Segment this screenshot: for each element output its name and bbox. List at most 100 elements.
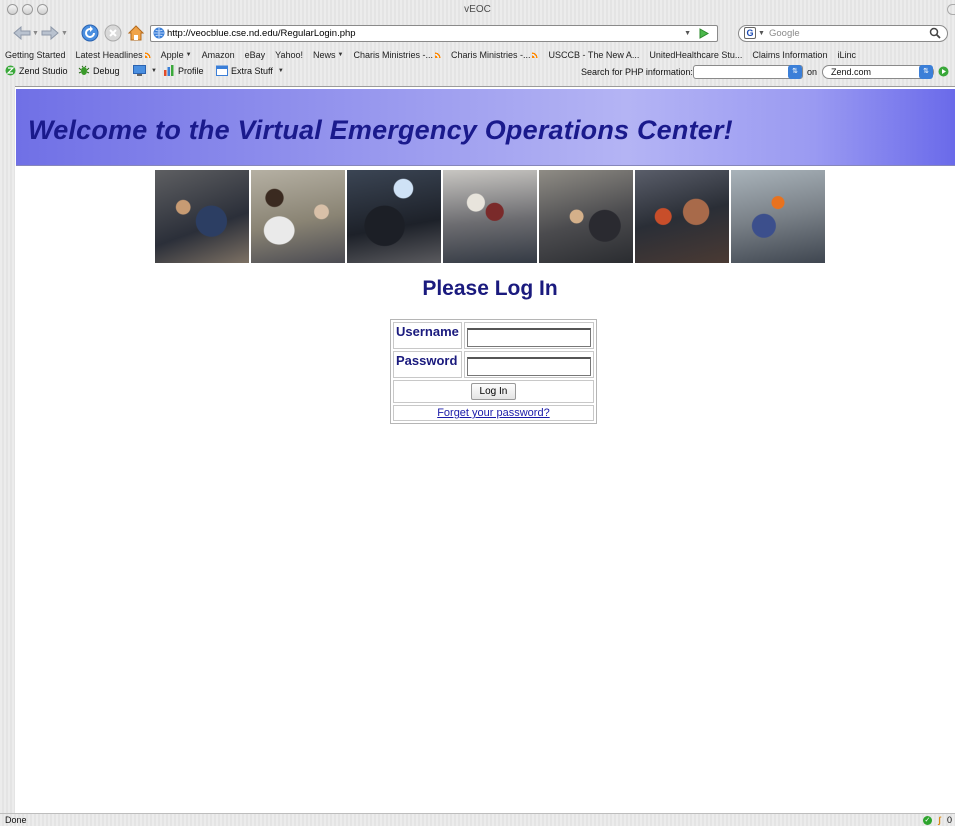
photo-7 — [731, 170, 825, 263]
navigation-toolbar: ▼ ▼ http://veocblue.cse.nd.edu/RegularLo… — [0, 20, 955, 46]
bookmark-item[interactable]: USCCB - The New A... — [548, 50, 639, 60]
bookmark-item[interactable]: Getting Started — [5, 50, 66, 60]
bookmark-item[interactable]: Amazon — [202, 50, 235, 60]
bookmark-item[interactable]: Apple ▼ — [161, 50, 192, 60]
password-label: Password — [393, 351, 462, 378]
zend-studio-button[interactable]: Zend Studio — [5, 65, 68, 76]
debug-label: Debug — [93, 65, 120, 76]
php-search-stepper-icon[interactable]: ⇅ — [788, 65, 802, 79]
bookmark-item[interactable]: eBay — [245, 50, 266, 60]
forgot-password-link[interactable]: Forget your password? — [437, 407, 550, 419]
bookmark-item[interactable]: UnitedHealthcare Stu... — [649, 50, 742, 60]
extra-stuff-dropdown-arrow: ▼ — [277, 67, 284, 74]
forward-arrow-icon — [41, 26, 59, 40]
php-search-label: Search for PHP information: — [581, 67, 693, 77]
extra-stuff-label: Extra Stuff — [231, 65, 273, 76]
address-bar[interactable]: http://veocblue.cse.nd.edu/RegularLogin.… — [150, 25, 718, 42]
home-button[interactable] — [126, 23, 146, 43]
back-button[interactable] — [12, 23, 32, 43]
login-button-cell: Log In — [393, 380, 594, 403]
search-bar[interactable]: G ▼ Google — [738, 25, 948, 42]
bookmark-label: Yahoo! — [275, 50, 303, 60]
bookmark-label: Latest Headlines — [75, 50, 143, 60]
password-input[interactable] — [466, 357, 591, 376]
search-input[interactable]: Google — [769, 28, 800, 39]
rss-feed-icon — [434, 52, 441, 58]
profile-label: Profile — [178, 65, 204, 76]
checkmark-icon[interactable]: ✓ — [922, 815, 932, 825]
stop-button[interactable] — [103, 23, 123, 43]
extra-stuff-menu[interactable]: Extra Stuff ▼ — [216, 65, 284, 76]
bookmark-item[interactable]: Latest Headlines — [76, 50, 151, 60]
chevron-down-icon: ▼ — [185, 52, 192, 58]
php-search-go-button[interactable] — [938, 66, 949, 79]
search-engine-dropdown[interactable]: ▼ — [758, 26, 765, 41]
photo-2 — [251, 170, 345, 263]
bookmark-label: USCCB - The New A... — [548, 50, 640, 60]
rss-feed-icon — [144, 52, 151, 58]
bookmark-item[interactable]: iLinc — [837, 50, 856, 60]
window-title: vEOC — [464, 4, 491, 15]
photo-3 — [347, 170, 441, 263]
bookmark-item[interactable]: News ▼ — [313, 50, 343, 60]
username-label: Username — [393, 322, 462, 349]
php-search-input[interactable]: ⇅ — [693, 65, 803, 79]
on-label: on — [807, 67, 818, 77]
bookmarks-toolbar: Getting Started Latest Headlines Apple ▼ Ama… — [0, 47, 955, 63]
bookmark-item[interactable]: Charis Ministries -... — [451, 50, 539, 60]
title-bar: vEOC — [0, 0, 955, 20]
zoom-window-button[interactable] — [37, 4, 48, 15]
screen-dropdown-arrow[interactable]: ▼ — [151, 68, 157, 74]
bookmark-label: News — [312, 50, 336, 60]
search-icon[interactable] — [929, 27, 941, 44]
profile-button[interactable]: Profile — [163, 65, 204, 76]
username-input[interactable] — [466, 328, 591, 347]
bookmark-label: UnitedHealthcare Stu... — [649, 50, 743, 60]
chevron-down-icon: ▼ — [337, 52, 344, 58]
close-window-button[interactable] — [7, 4, 18, 15]
bookmark-label: iLinc — [837, 50, 856, 60]
reload-button[interactable] — [80, 23, 100, 43]
forward-button[interactable] — [40, 23, 60, 43]
forward-history-dropdown[interactable]: ▼ — [61, 30, 68, 37]
site-select-value: Zend.com — [831, 67, 872, 77]
debug-button[interactable]: Debug — [78, 65, 120, 76]
bookmark-item[interactable]: Claims Information — [752, 50, 827, 60]
site-select[interactable]: Zend.com ⇅ — [822, 65, 934, 79]
search-engine-icon[interactable]: G — [744, 27, 756, 39]
web-content: Welcome to the Virtual Emergency Operati… — [15, 86, 955, 813]
screen-button[interactable]: ▼ — [133, 65, 157, 76]
bug-icon — [78, 65, 90, 75]
status-text: Done — [5, 815, 27, 825]
bookmark-label: Amazon — [201, 50, 235, 60]
minimize-window-button[interactable] — [22, 4, 33, 15]
photo-5 — [539, 170, 633, 263]
username-cell — [463, 322, 594, 349]
photo-strip — [155, 170, 825, 263]
profile-chart-icon — [164, 65, 174, 76]
bookmark-item[interactable]: Charis Ministries -... — [353, 50, 441, 60]
url-text[interactable]: http://veocblue.cse.nd.edu/RegularLogin.… — [167, 28, 356, 39]
zend-toolbar: Zend Studio Debug ▼ Profile Extra Stuff … — [0, 63, 955, 81]
back-arrow-icon — [13, 26, 31, 40]
photo-4 — [443, 170, 537, 263]
go-button[interactable] — [699, 28, 710, 44]
banner-title: Welcome to the Virtual Emergency Operati… — [28, 115, 733, 145]
bookmark-item[interactable]: Yahoo! — [275, 50, 303, 60]
status-bar: Done ✓ ʃ 0 — [0, 813, 955, 826]
login-button[interactable]: Log In — [470, 383, 517, 400]
toolbar-toggle-button[interactable] — [947, 4, 955, 15]
go-arrow-icon — [699, 28, 710, 39]
status-icons: ✓ ʃ 0 — [922, 814, 952, 826]
password-cell — [463, 351, 594, 378]
status-count: 0 — [946, 815, 952, 825]
reload-icon — [81, 24, 99, 42]
site-select-stepper-icon[interactable]: ⇅ — [919, 65, 933, 79]
back-history-dropdown[interactable]: ▼ — [32, 30, 39, 37]
browser-window: vEOC ▼ ▼ http://veocblue.cse.nd.edu/Regu… — [0, 0, 955, 826]
firebug-icon[interactable]: ʃ — [938, 814, 941, 826]
zend-logo-icon — [5, 65, 16, 76]
calendar-icon — [216, 65, 228, 76]
url-history-dropdown[interactable]: ▼ — [684, 26, 691, 41]
bookmark-label: Charis Ministries -... — [450, 50, 531, 60]
